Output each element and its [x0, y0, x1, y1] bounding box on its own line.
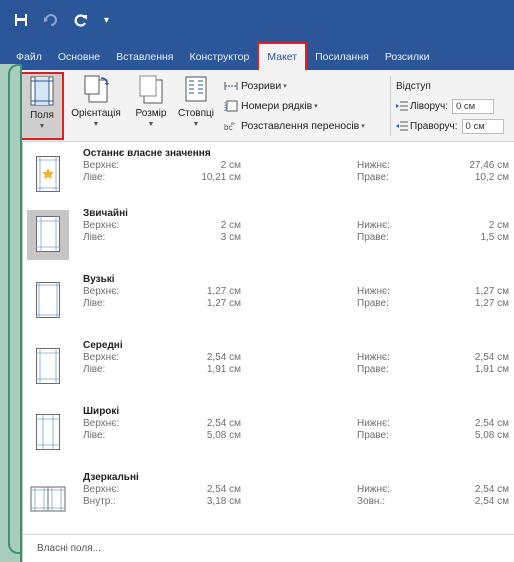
tab-home[interactable]: Основне: [50, 44, 108, 70]
menu-item-normal[interactable]: Звичайні Верхнє: 2 см Нижнє: 2 см Ліве: …: [23, 202, 514, 266]
indent-right-row: Праворуч:: [396, 116, 504, 136]
tab-layout[interactable]: Макет: [257, 42, 308, 72]
indent-right-label: Праворуч:: [410, 120, 458, 132]
line-numbers-icon: 12: [224, 100, 238, 112]
tab-mailings[interactable]: Розсилки: [377, 44, 438, 70]
menu-item-title: Звичайні: [83, 208, 128, 219]
chevron-down-icon: ▾: [314, 103, 318, 110]
svg-text:a-: a-: [231, 121, 236, 127]
orientation-label: Орієнтація: [71, 108, 121, 119]
menu-item-title: Середні: [83, 340, 123, 351]
margin-preview-icon: [27, 474, 69, 524]
columns-button[interactable]: Стовпці ▼: [174, 72, 218, 140]
hyphenation-label: Розставлення переносів: [241, 120, 360, 132]
margin-preview-icon: [27, 150, 69, 200]
indent-left-row: Ліворуч:: [396, 96, 504, 116]
ribbon: Поля ▼ Орієнтація ▼ Розмір ▼ Стовпці ▼ Р…: [0, 70, 514, 142]
margins-menu: Останнє власне значення Верхнє: 2 см Ниж…: [22, 142, 514, 562]
chevron-down-icon: ▼: [38, 123, 46, 130]
breaks-button[interactable]: Розриви ▾: [224, 76, 365, 96]
size-label: Розмір: [135, 108, 167, 119]
size-icon: [135, 72, 167, 106]
line-numbers-label: Номери рядків: [241, 100, 313, 112]
menu-item-title: Вузькі: [83, 274, 115, 285]
undo-icon[interactable]: [44, 14, 58, 26]
title-bar: ▾: [0, 0, 514, 40]
chevron-down-icon: ▼: [192, 121, 200, 128]
menu-item-last-custom[interactable]: Останнє власне значення Верхнє: 2 см Ниж…: [23, 142, 514, 206]
custom-margins-item[interactable]: Власні поля...: [23, 534, 514, 562]
orientation-button[interactable]: Орієнтація ▼: [66, 72, 126, 140]
indent-right-input[interactable]: [461, 118, 504, 134]
indent-right-icon: [396, 121, 408, 131]
breaks-label: Розриви: [241, 80, 282, 92]
save-icon[interactable]: [14, 13, 28, 27]
margin-preview-icon: [27, 342, 69, 392]
menu-item-narrow[interactable]: Вузькі Верхнє: 1,27 см Нижнє: 1,27 см Лі…: [23, 268, 514, 332]
orientation-icon: [80, 72, 112, 106]
chevron-down-icon: ▾: [361, 123, 365, 130]
hyphenation-icon: bca-: [224, 121, 236, 132]
tab-references[interactable]: Посилання: [307, 44, 377, 70]
redo-icon[interactable]: [74, 13, 88, 27]
menu-item-title: Широкі: [83, 406, 120, 417]
menu-item-title: Дзеркальні: [83, 472, 139, 483]
menu-item-mirrored[interactable]: Дзеркальні Верхнє: 2,54 см Нижнє: 2,54 с…: [23, 466, 514, 530]
columns-icon: [180, 72, 212, 106]
breaks-icon: [224, 82, 238, 90]
tab-design[interactable]: Конструктор: [181, 44, 257, 70]
margin-preview-icon: [27, 210, 69, 260]
margins-button[interactable]: Поля ▼: [20, 72, 64, 140]
indent-title: Відступ: [396, 80, 431, 92]
indent-left-label: Ліворуч:: [410, 100, 448, 112]
tab-insert[interactable]: Вставлення: [108, 44, 181, 70]
page-setup-list: Розриви ▾ 12 Номери рядків ▾ bc a- Розста…: [224, 76, 365, 136]
line-numbers-button[interactable]: 12 Номери рядків ▾: [224, 96, 365, 116]
svg-text:2: 2: [224, 107, 227, 112]
indent-group: Відступ Ліворуч: Праворуч:: [396, 76, 504, 136]
size-button[interactable]: Розмір ▼: [128, 72, 174, 140]
indent-left-input[interactable]: [451, 98, 494, 114]
margins-icon: [26, 74, 58, 108]
menu-item-moderate[interactable]: Середні Верхнє: 2,54 см Нижнє: 2,54 см Л…: [23, 334, 514, 398]
custom-margins-label: Власні поля...: [37, 543, 101, 554]
indent-left-icon: [396, 101, 408, 111]
page-frame-border: [8, 64, 22, 554]
chevron-down-icon: ▾: [283, 83, 287, 90]
chevron-down-icon: ▼: [92, 121, 100, 128]
menu-item-title: Останнє власне значення: [83, 148, 211, 159]
customize-icon[interactable]: ▾: [104, 15, 109, 26]
ribbon-tabs: Файл Основне Вставлення Конструктор Маке…: [0, 40, 514, 72]
margins-label: Поля: [30, 110, 54, 121]
chevron-down-icon: ▼: [147, 121, 155, 128]
columns-label: Стовпці: [178, 108, 214, 119]
margin-preview-icon: [27, 408, 69, 458]
menu-item-wide[interactable]: Широкі Верхнє: 2,54 см Нижнє: 2,54 см Лі…: [23, 400, 514, 464]
hyphenation-button[interactable]: bc a- Розставлення переносів ▾: [224, 116, 365, 136]
margin-preview-icon: [27, 276, 69, 326]
ribbon-divider: [390, 76, 391, 136]
